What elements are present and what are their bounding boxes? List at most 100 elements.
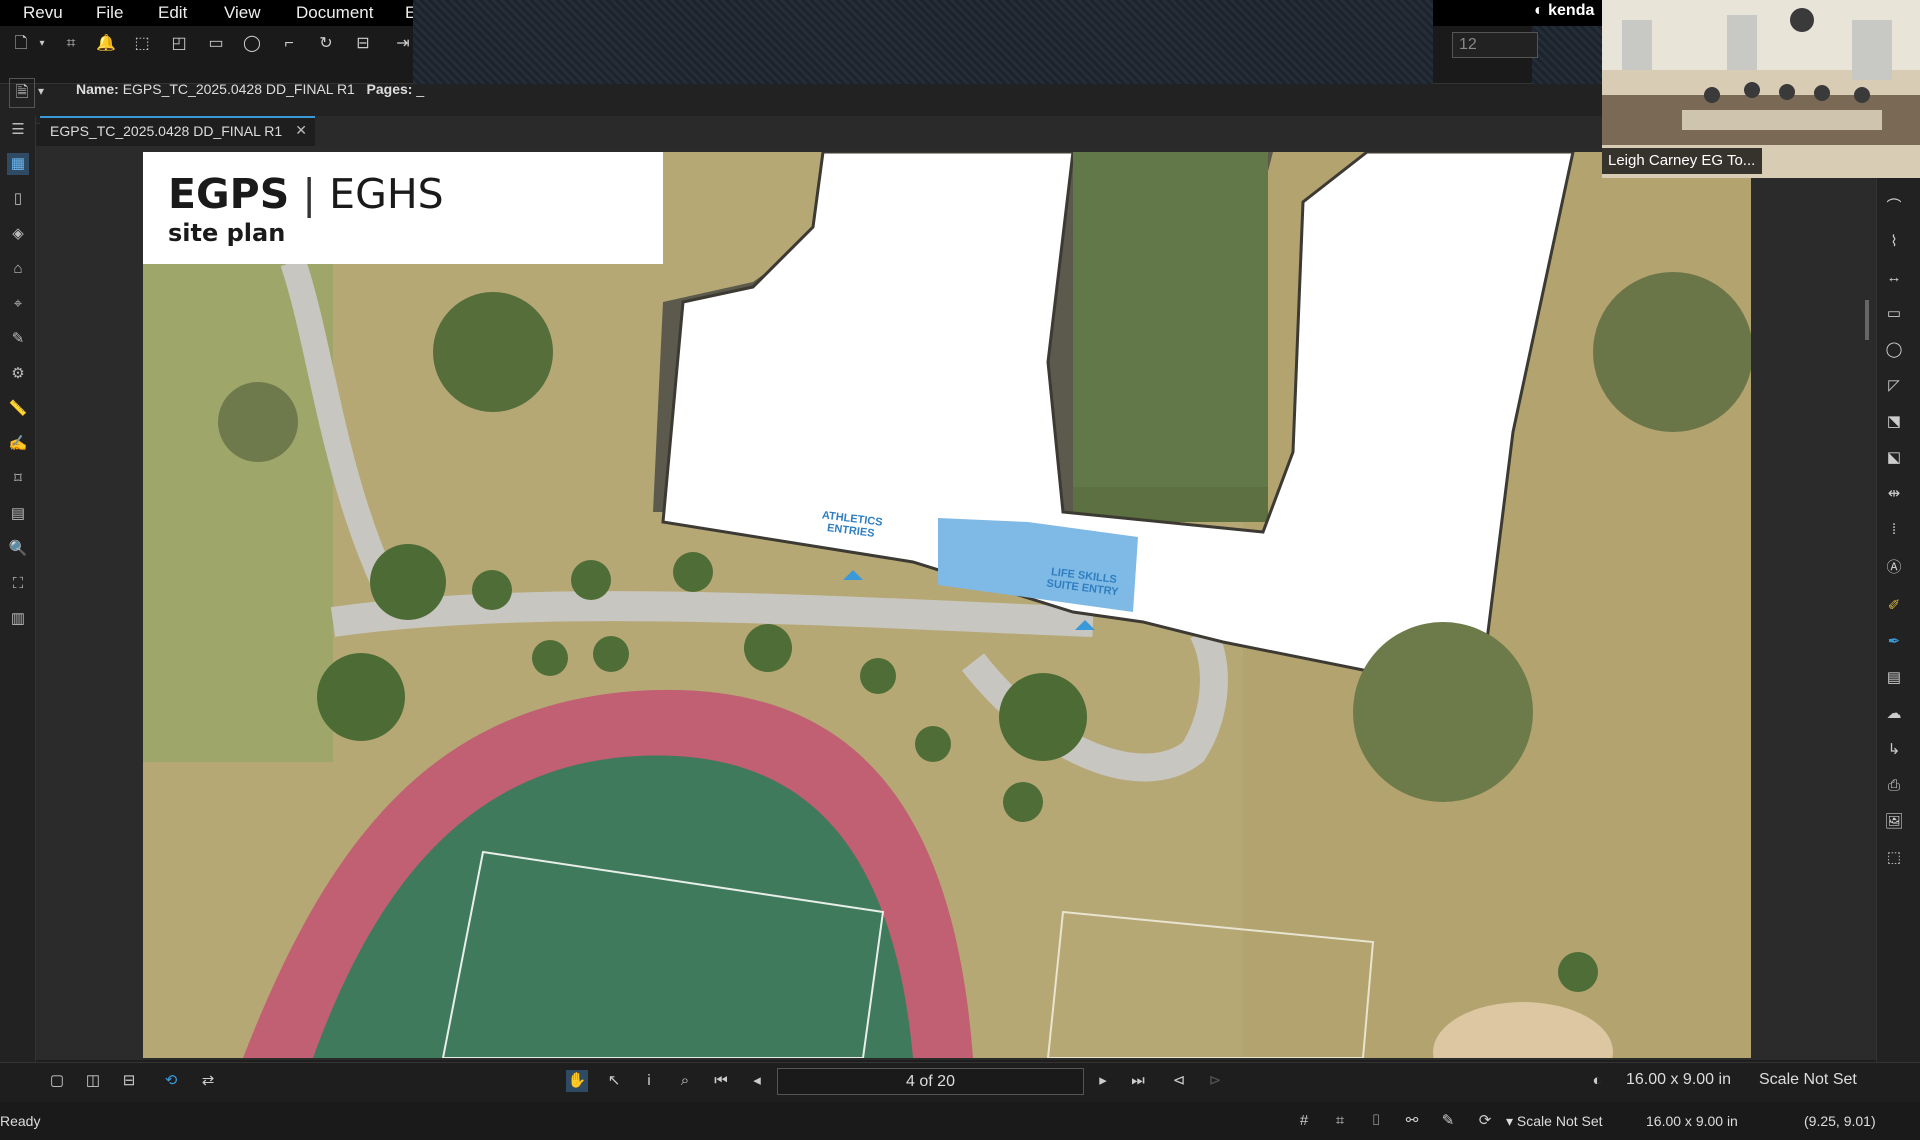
pages-label: Pages: — [366, 81, 413, 97]
snap-to-content-icon[interactable]: ⌷ — [1365, 1110, 1387, 1132]
toolchest-icon[interactable]: ⌂ — [7, 258, 29, 280]
arc-icon[interactable]: ⌒ — [1882, 195, 1906, 219]
settings-icon[interactable]: ⚙ — [7, 363, 29, 385]
sync-view-icon[interactable]: ⟳ — [1474, 1110, 1496, 1132]
area-measure-icon[interactable]: ⬔ — [1882, 410, 1906, 434]
rectangle-icon[interactable]: ▭ — [1882, 302, 1906, 326]
plan-title: EGPS | EGHS — [168, 170, 444, 218]
lasso-icon[interactable]: ◯ — [241, 33, 263, 55]
last-page-icon[interactable]: ⏭ — [1127, 1070, 1149, 1092]
document-name: Name: EGPS_TC_2025.0428 DD_FINAL R1 Page… — [76, 81, 424, 97]
measurements-icon[interactable]: 📏 — [7, 398, 29, 420]
single-page-icon[interactable]: ▢ — [46, 1070, 68, 1092]
rectangle-select-icon[interactable]: ▭ — [205, 33, 227, 55]
driveway — [330, 591, 1094, 637]
site-plan-page[interactable]: EGPS | EGHS site plan ATHLETICS ENTRIES … — [143, 152, 1751, 1058]
brand-logo-icon: ◐ — [1534, 2, 1544, 19]
first-page-icon[interactable]: ⏮ — [710, 1070, 732, 1092]
status-ready: Ready — [0, 1113, 41, 1129]
page-indicator[interactable]: 4 of 20 — [777, 1068, 1084, 1095]
bookmarks-icon[interactable]: ▯ — [7, 188, 29, 210]
markup-select-icon[interactable]: ◰ — [168, 33, 190, 55]
reuse-markup-icon[interactable]: ✎ — [1437, 1110, 1459, 1132]
select-icon[interactable]: ⬚ — [131, 33, 153, 55]
vertical-scrollbar[interactable] — [1865, 300, 1869, 340]
zoom-icon[interactable]: ⌕ — [674, 1070, 696, 1092]
align-icon[interactable]: ⊟ — [352, 33, 374, 55]
snapshot-icon[interactable]: ⬚ — [1882, 846, 1906, 870]
menu-view[interactable]: View — [224, 3, 261, 23]
status-dimensions: 16.00 x 9.00 in — [1646, 1113, 1738, 1129]
cursor-coordinates: (9.25, 9.01) — [1804, 1113, 1876, 1129]
tab-label: EGPS_TC_2025.0428 DD_FINAL R1 — [50, 123, 283, 139]
brand-label: kenda — [1548, 2, 1595, 19]
document-properties-icon[interactable]: 🗎 — [9, 78, 35, 108]
highlighter-icon[interactable]: ✐ — [1882, 594, 1906, 618]
links-icon[interactable]: ⛶ — [7, 573, 29, 595]
previous-page-icon[interactable]: ◂ — [746, 1070, 768, 1092]
tab-document[interactable]: EGPS_TC_2025.0428 DD_FINAL R1 ✕ — [40, 116, 315, 146]
snap-to-markup-icon[interactable]: ⚯ — [1401, 1110, 1423, 1132]
length-icon[interactable]: ⇹ — [1882, 482, 1906, 506]
next-page-icon[interactable]: ▸ — [1092, 1070, 1114, 1092]
plan-title-rest: EGHS — [329, 170, 444, 218]
sets-icon[interactable]: ▤ — [7, 503, 29, 525]
dimension-icon[interactable]: ↔ — [1882, 266, 1906, 290]
ellipse-icon[interactable]: ◯ — [1882, 338, 1906, 362]
new-document-icon[interactable]: 🗋 — [10, 33, 32, 55]
polyline-icon[interactable]: ⌇ — [1882, 230, 1906, 254]
signatures-icon[interactable]: ✍ — [7, 433, 29, 455]
arrow-icon[interactable]: ↳ — [1882, 738, 1906, 762]
split-horizontal-icon[interactable]: ⊟ — [118, 1070, 140, 1092]
chevron-down-icon: ▾ — [1506, 1113, 1517, 1129]
scale-label[interactable]: Scale Not Set — [1759, 1071, 1857, 1089]
crop-icon[interactable]: ⌗ — [60, 33, 82, 55]
measure-icon[interactable]: ⇥ — [392, 33, 414, 55]
name-value: EGPS_TC_2025.0428 DD_FINAL R1 — [122, 81, 355, 97]
polyline-select-icon[interactable]: ⌐ — [278, 33, 300, 55]
previous-view-icon[interactable]: ⊲ — [1168, 1070, 1190, 1092]
snap-to-grid-icon[interactable]: ⌗ — [1329, 1110, 1351, 1132]
bell-icon[interactable]: 🔔 — [95, 33, 117, 55]
plan-subtitle: site plan — [168, 219, 286, 247]
status-scale[interactable]: ▾ Scale Not Set — [1506, 1113, 1603, 1130]
cloud-icon[interactable]: ☁ — [1882, 702, 1906, 726]
split-vertical-icon[interactable]: ◫ — [82, 1070, 104, 1092]
layers-icon[interactable]: ◈ — [7, 223, 29, 245]
chevron-down-icon[interactable]: ▾ — [36, 33, 48, 55]
count-icon[interactable]: ⦙ — [1882, 518, 1906, 542]
pan-hand-icon[interactable]: ✋ — [566, 1070, 588, 1092]
perimeter-icon[interactable]: ⬕ — [1882, 446, 1906, 470]
grid-icon[interactable]: # — [1293, 1110, 1315, 1132]
plan-title-separator: | — [302, 170, 317, 218]
status-bar — [0, 1102, 1920, 1140]
menu-file[interactable]: File — [96, 3, 123, 23]
callout-icon[interactable]: ▤ — [1882, 666, 1906, 690]
next-view-icon[interactable]: ⊳ — [1204, 1070, 1226, 1092]
font-size-field[interactable]: 12 — [1452, 32, 1538, 58]
search-icon[interactable]: 🔍 — [7, 538, 29, 560]
close-icon[interactable]: ✕ — [295, 122, 307, 139]
sync-icon[interactable]: ⟲ — [160, 1070, 182, 1092]
select-text-icon[interactable]: Ꭵ — [638, 1070, 660, 1092]
thumbnails-icon[interactable]: ▦ — [7, 153, 29, 175]
stamp-icon[interactable]: ⎙ — [1882, 774, 1906, 798]
chevron-down-icon[interactable]: ▾ — [38, 84, 44, 98]
forms-icon[interactable]: ▥ — [7, 608, 29, 630]
menu-edit[interactable]: Edit — [158, 3, 187, 23]
places-icon[interactable]: ⌖ — [7, 293, 29, 315]
polygon-icon[interactable]: ◸ — [1882, 374, 1906, 398]
properties-panel-icon[interactable]: ☰ — [7, 119, 29, 141]
menu-revu[interactable]: Revu — [23, 3, 63, 23]
tags-icon[interactable]: ⌑ — [7, 468, 29, 490]
rotate-icon[interactable]: ↻ — [315, 33, 337, 55]
menu-document[interactable]: Document — [296, 3, 373, 23]
select-arrow-icon[interactable]: ↖ — [603, 1070, 625, 1092]
image-icon[interactable]: 🖼 — [1882, 810, 1906, 834]
contrast-icon[interactable]: ◐ — [1586, 1070, 1608, 1092]
studio-icon[interactable]: ✎ — [7, 328, 29, 350]
compare-icon[interactable]: ⇄ — [197, 1070, 219, 1092]
status-scale-label: Scale Not Set — [1516, 1113, 1603, 1129]
text-box-icon[interactable]: Ⓐ — [1882, 556, 1906, 580]
pen-icon[interactable]: ✒ — [1882, 630, 1906, 654]
